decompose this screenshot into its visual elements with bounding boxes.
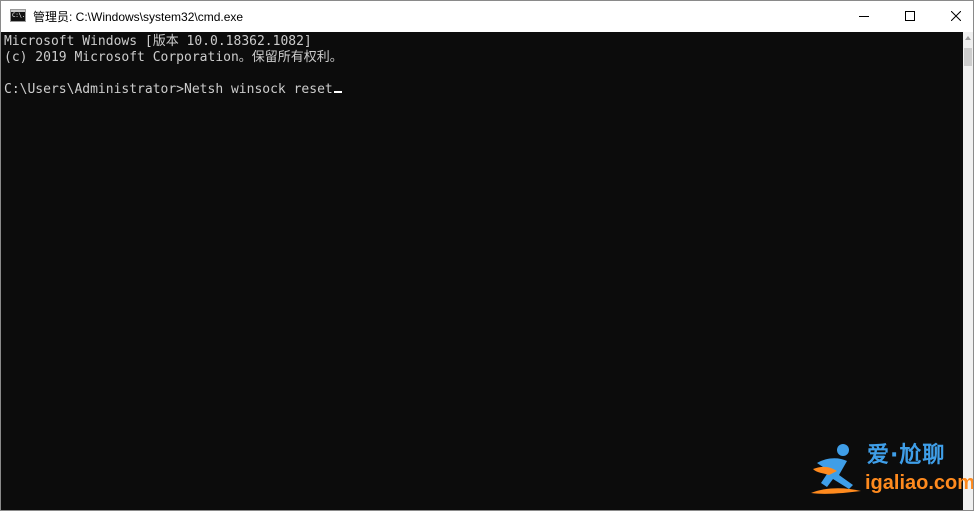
scroll-thumb[interactable] — [964, 48, 972, 66]
close-icon — [951, 11, 961, 21]
watermark-logo: 爱·尬聊 igaliao.com — [809, 439, 973, 503]
cmd-app-icon[interactable]: C:\. — [10, 9, 26, 22]
window-title: 管理员: C:\Windows\system32\cmd.exe — [33, 10, 244, 24]
console-lines: Microsoft Windows [版本 10.0.18362.1082] (… — [4, 34, 343, 98]
console-line-copyright: (c) 2019 Microsoft Corporation。保留所有权利。 — [4, 50, 343, 65]
maximize-icon — [905, 11, 915, 21]
title-bar[interactable]: C:\. 管理员: C:\Windows\system32\cmd.exe — [1, 1, 973, 32]
console-line-version: Microsoft Windows [版本 10.0.18362.1082] — [4, 34, 312, 49]
close-button[interactable] — [933, 1, 973, 32]
watermark-brand-cn: 爱·尬聊 — [867, 443, 946, 468]
cmd-window: C:\. 管理员: C:\Windows\system32\cmd.exe Mi… — [0, 0, 974, 511]
running-figure-icon — [811, 444, 861, 494]
cmd-app-icon-label: C:\. — [12, 12, 25, 19]
scroll-up-arrow-icon[interactable] — [965, 36, 971, 40]
text-cursor — [333, 91, 342, 93]
console-prompt-line[interactable]: C:\Users\Administrator>Netsh winsock res… — [4, 82, 343, 98]
console-command: C:\Users\Administrator>Netsh winsock res… — [4, 82, 333, 97]
minimize-icon — [859, 16, 869, 17]
minimize-button[interactable] — [841, 1, 887, 32]
maximize-button[interactable] — [887, 1, 933, 32]
watermark-url: igaliao.com — [865, 472, 974, 494]
